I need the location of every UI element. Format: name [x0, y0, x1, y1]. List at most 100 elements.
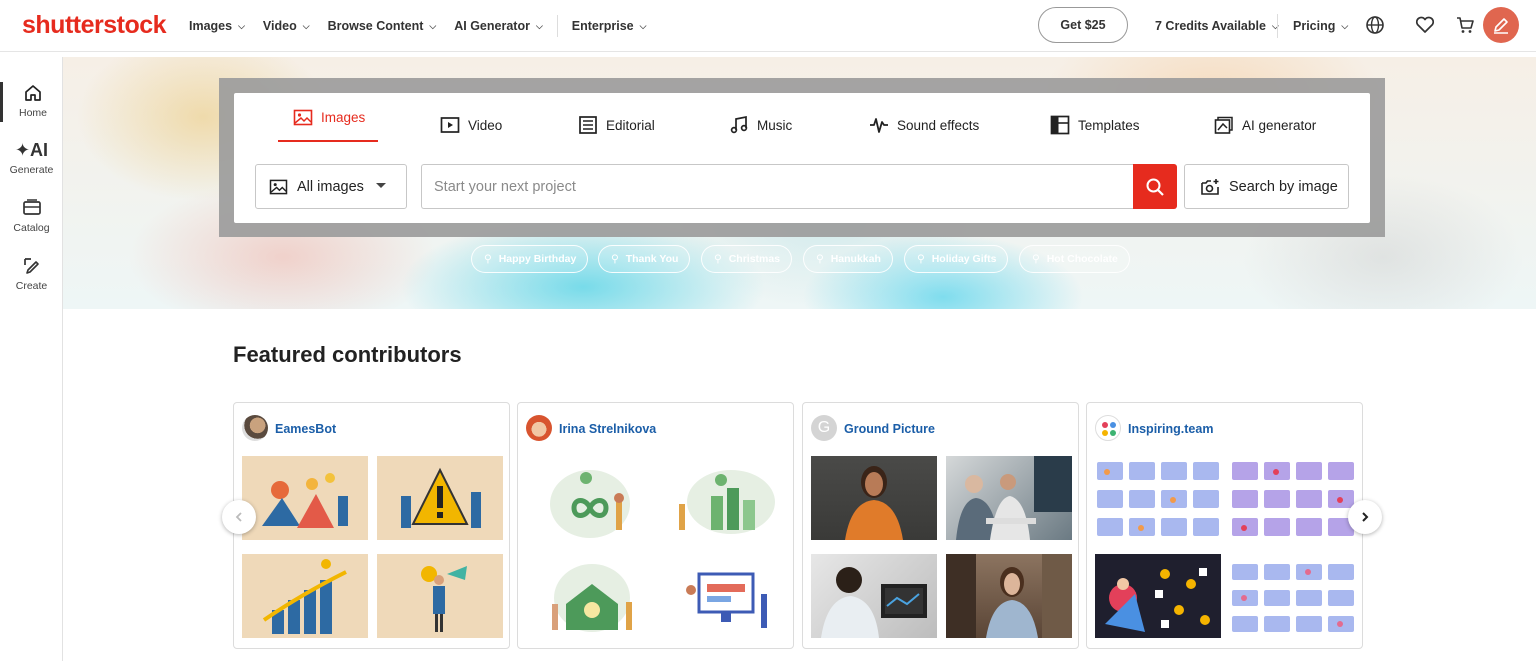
search-icon: ⚲: [484, 253, 492, 265]
tab-editorial[interactable]: Editorial: [578, 100, 655, 150]
trending-chip[interactable]: ⚲ Hanukkah: [803, 245, 893, 273]
avatar: [1095, 415, 1121, 441]
nav-divider: [556, 15, 558, 37]
contributor-card[interactable]: Inspiring.team: [1086, 402, 1363, 649]
nav-images[interactable]: Images ⌵: [189, 19, 245, 33]
chevron-down-icon: ⌵: [1341, 20, 1349, 31]
photo-thumbnail[interactable]: [946, 456, 1072, 540]
contributor-card[interactable]: EamesBot: [233, 402, 510, 649]
chevron-down-icon: ⌵: [302, 20, 310, 31]
tab-music[interactable]: Music: [729, 100, 792, 150]
photo-thumbnail[interactable]: [811, 554, 937, 638]
ai-sparkle-icon: ✦AI: [14, 139, 49, 160]
nav-video[interactable]: Video ⌵: [263, 19, 310, 33]
chevron-right-icon: [1362, 512, 1369, 522]
illustration-thumbnail[interactable]: [1095, 456, 1221, 540]
illustration-thumbnail[interactable]: [661, 554, 787, 638]
pricing-dropdown[interactable]: Pricing ⌵: [1293, 0, 1348, 52]
chevron-down-icon: ⌵: [639, 20, 647, 31]
tab-ai-generator[interactable]: AI generator: [1214, 100, 1316, 150]
trending-chip[interactable]: ⚲ Hot Chocolate: [1019, 245, 1130, 273]
contributor-card[interactable]: G Ground Picture: [802, 402, 1079, 649]
divider: [1277, 14, 1278, 38]
main-nav: Images ⌵ Video ⌵ Browse Content ⌵ AI Genera…: [189, 0, 664, 52]
search-icon: ⚲: [1032, 253, 1040, 265]
search-icon: ⚲: [611, 253, 619, 265]
illustration-thumbnail[interactable]: [1095, 554, 1221, 638]
nav-enterprise[interactable]: Enterprise ⌵: [572, 19, 647, 33]
nav-browse-content[interactable]: Browse Content ⌵: [328, 19, 437, 33]
trending-chip[interactable]: ⚲ Happy Birthday: [471, 245, 589, 273]
section-title: Featured contributors: [233, 342, 462, 367]
sidebar-item-generate[interactable]: ✦AI Generate: [0, 139, 63, 177]
tab-images[interactable]: Images: [278, 95, 378, 142]
cart-icon[interactable]: [1454, 14, 1476, 36]
search-icon: ⚲: [917, 253, 925, 265]
search-icon: ⚲: [816, 253, 824, 265]
trending-chip[interactable]: ⚲ Holiday Gifts: [904, 245, 1009, 273]
sidebar-item-home[interactable]: Home: [0, 82, 63, 122]
photo-thumbnail[interactable]: [946, 554, 1072, 638]
ai-generator-icon: [1214, 115, 1234, 135]
sidebar-item-create[interactable]: Create: [0, 255, 63, 292]
illustration-thumbnail[interactable]: [377, 554, 503, 638]
image-icon: [269, 179, 288, 195]
chevron-down-icon: ⌵: [429, 20, 437, 31]
globe-icon[interactable]: [1364, 14, 1386, 36]
catalog-icon: [0, 197, 63, 219]
image-type-select[interactable]: All images: [255, 164, 407, 209]
shutterstock-logo[interactable]: shutterstock: [22, 11, 167, 40]
search-by-image-button[interactable]: Search by image: [1184, 164, 1349, 209]
illustration-thumbnail[interactable]: [1230, 554, 1356, 638]
contributor-name[interactable]: Ground Picture: [844, 422, 935, 436]
get-offer-button[interactable]: Get $25: [1038, 7, 1128, 43]
top-bar: shutterstock Images ⌵ Video ⌵ Browse Conte…: [0, 0, 1536, 52]
user-avatar[interactable]: [1483, 7, 1519, 43]
carousel-prev-button[interactable]: [222, 500, 256, 534]
image-icon: [293, 108, 313, 128]
search-icon: ⚲: [714, 253, 722, 265]
illustration-thumbnail[interactable]: [242, 456, 368, 540]
illustration-thumbnail[interactable]: [242, 554, 368, 638]
home-icon: [3, 82, 63, 104]
templates-icon: [1050, 115, 1070, 135]
video-icon: [440, 115, 460, 135]
trending-chip[interactable]: ⚲ Thank You: [598, 245, 691, 273]
tab-sound-effects[interactable]: Sound effects: [869, 100, 979, 150]
music-icon: [729, 115, 749, 135]
contributor-name[interactable]: Inspiring.team: [1128, 422, 1213, 436]
photo-thumbnail[interactable]: [811, 456, 937, 540]
contributor-name[interactable]: Irina Strelnikova: [559, 422, 656, 436]
illustration-thumbnail[interactable]: [526, 456, 652, 540]
avatar: [526, 415, 552, 441]
illustration-thumbnail[interactable]: [526, 554, 652, 638]
trending-chip[interactable]: ⚲ Christmas: [701, 245, 793, 273]
carousel-next-button[interactable]: [1348, 500, 1382, 534]
chevron-left-icon: [235, 512, 242, 522]
contributor-name[interactable]: EamesBot: [275, 422, 336, 436]
illustration-thumbnail[interactable]: [1230, 456, 1356, 540]
camera-icon: [1200, 178, 1220, 196]
sidebar-item-catalog[interactable]: Catalog: [0, 197, 63, 234]
left-sidebar: Home ✦AI Generate Catalog Create: [0, 57, 63, 661]
nav-ai-generator[interactable]: AI Generator ⌵: [454, 19, 543, 33]
chevron-down-icon: ⌵: [238, 20, 245, 31]
illustration-thumbnail[interactable]: [661, 456, 787, 540]
search-icon: [1146, 178, 1164, 196]
avatar: [242, 415, 268, 441]
waveform-icon: [869, 115, 889, 135]
create-icon: [0, 255, 63, 277]
illustration-thumbnail[interactable]: [377, 456, 503, 540]
heart-icon[interactable]: [1414, 14, 1436, 36]
chevron-down-icon: ⌵: [535, 20, 543, 31]
search-input[interactable]: [421, 164, 1135, 209]
caret-down-icon: [376, 183, 386, 188]
tab-templates[interactable]: Templates: [1050, 100, 1140, 150]
search-button[interactable]: [1133, 164, 1177, 209]
editorial-icon: [578, 115, 598, 135]
tab-video[interactable]: Video: [440, 100, 502, 150]
avatar: G: [811, 415, 837, 441]
pen-icon: [1494, 18, 1508, 34]
contributor-card[interactable]: Irina Strelnikova: [517, 402, 794, 649]
credits-dropdown[interactable]: 7 Credits Available ⌵: [1155, 0, 1279, 52]
